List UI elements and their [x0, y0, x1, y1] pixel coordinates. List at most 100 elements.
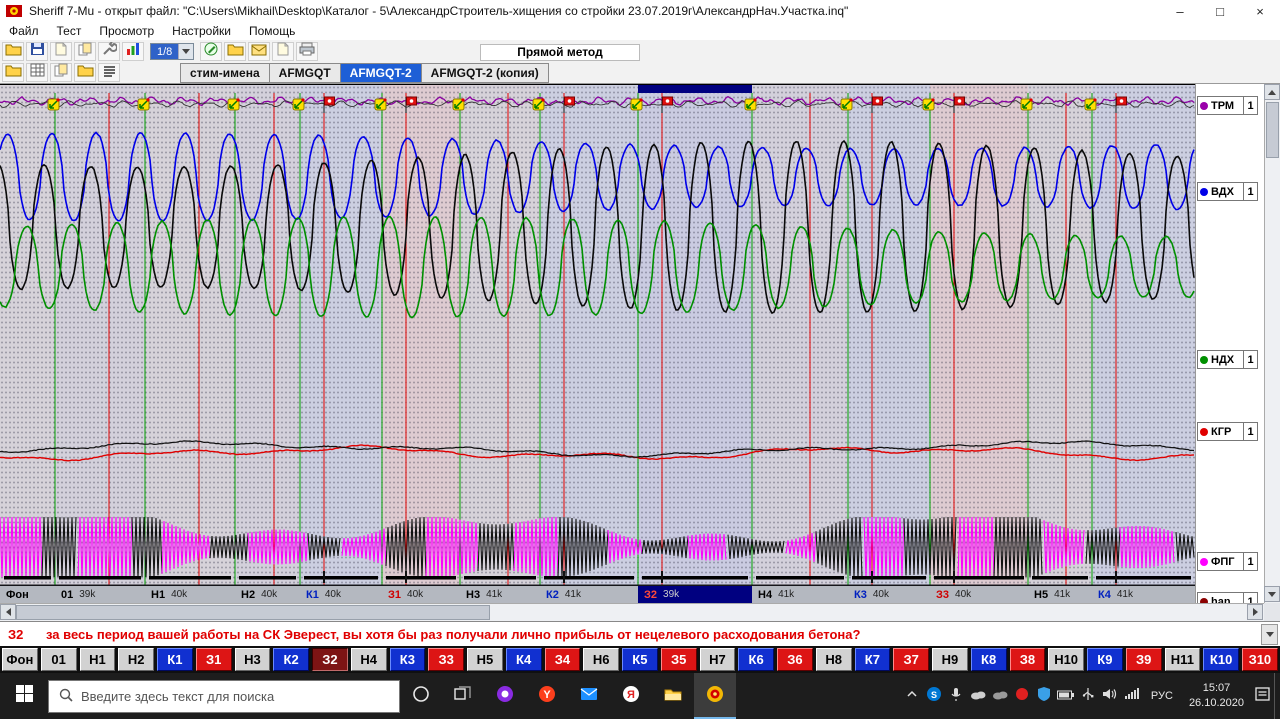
timeline-segment[interactable]: Н4 41k [758, 586, 794, 603]
timeline[interactable]: Фон 01 39k Н1 40k Н2 40k К1 40k З1 40k Н3 41k К2 41k З2… [0, 585, 1195, 603]
toolbar-mail-tb-button[interactable] [248, 42, 271, 61]
scroll-right-button[interactable] [1247, 604, 1263, 620]
microphone-tray-button[interactable] [945, 673, 967, 719]
question-button-Н1[interactable]: Н1 [79, 648, 116, 671]
explorer-taskbar-button[interactable] [652, 673, 694, 719]
battery-tray-button[interactable] [1055, 673, 1077, 719]
question-button-Н3[interactable]: Н3 [234, 648, 271, 671]
tab-afmgqt-2-copy[interactable]: AFMGQT-2 (копия) [420, 63, 549, 83]
yandex-browser-taskbar-button[interactable]: Я [610, 673, 652, 719]
language-indicator[interactable]: РУС [1143, 690, 1181, 702]
question-button-Н2[interactable]: Н2 [118, 648, 154, 671]
question-button-Н4[interactable]: Н4 [350, 648, 387, 671]
timeline-segment[interactable]: К3 40k [854, 586, 889, 603]
question-button-Н9[interactable]: Н9 [932, 648, 968, 671]
timeline-segment[interactable]: Фон [6, 586, 29, 603]
toolbar-open-file-button[interactable] [224, 42, 247, 61]
toolbar-chart-button[interactable] [122, 42, 144, 61]
question-button-К2[interactable]: К2 [273, 648, 309, 671]
task-view-taskbar-button[interactable] [442, 673, 484, 719]
horizontal-scrollbar[interactable] [0, 603, 1264, 621]
alert-tray-button[interactable] [1011, 673, 1033, 719]
timeline-segment[interactable]: 01 39k [61, 586, 95, 603]
horizontal-scroll-thumb[interactable] [16, 605, 490, 620]
question-button-З9[interactable]: З9 [1125, 648, 1162, 671]
vertical-scroll-thumb[interactable] [1266, 102, 1279, 158]
sheriff-taskbar-button[interactable] [694, 673, 736, 719]
toolbar-save-button[interactable] [26, 42, 48, 61]
question-button-Н8[interactable]: Н8 [815, 648, 852, 671]
app-purple-taskbar-button[interactable] [484, 673, 526, 719]
question-button-З3[interactable]: З3 [428, 648, 464, 671]
minimize-button[interactable]: – [1160, 0, 1200, 22]
action-center-button[interactable] [1252, 673, 1274, 719]
channel-ndh[interactable]: НДХ 1 [1197, 350, 1258, 369]
onedrive-tray-button[interactable] [967, 673, 989, 719]
tab-afmgqt-2[interactable]: AFMGQT-2 [339, 63, 421, 83]
question-button-К4[interactable]: К4 [505, 648, 542, 671]
question-button-К9[interactable]: К9 [1087, 648, 1123, 671]
chart-canvas[interactable] [0, 85, 1195, 585]
skype-tray-button[interactable]: S [923, 673, 945, 719]
menu-help[interactable]: Помощь [240, 22, 304, 40]
question-button-Н7[interactable]: Н7 [699, 648, 736, 671]
toolbar-open-file-button[interactable] [74, 63, 96, 82]
cloud-tray-button[interactable] [989, 673, 1011, 719]
title-bar[interactable]: Sheriff 7-Mu - открыт файл: "C:\Users\Mi… [0, 0, 1280, 22]
question-dropdown-button[interactable] [1261, 624, 1278, 645]
toolbar-open-file-button[interactable] [2, 63, 24, 82]
timeline-segment[interactable]: К4 41k [1098, 586, 1133, 603]
scroll-down-button[interactable] [1264, 586, 1280, 602]
question-button-З4[interactable]: З4 [544, 648, 581, 671]
tab-afmgqt[interactable]: AFMGQT [268, 63, 340, 83]
question-button-З10[interactable]: З10 [1242, 648, 1278, 671]
vertical-scrollbar[interactable] [1264, 84, 1280, 603]
question-button-Н11[interactable]: Н11 [1164, 648, 1201, 671]
timeline-segment[interactable]: Н1 40k [151, 586, 187, 603]
question-button-К8[interactable]: К8 [970, 648, 1007, 671]
question-button-К10[interactable]: К10 [1203, 648, 1239, 671]
usb-tray-button[interactable] [1077, 673, 1099, 719]
yandex-taskbar-button[interactable]: Y [526, 673, 568, 719]
question-button-З7[interactable]: З7 [893, 648, 929, 671]
show-desktop-button[interactable] [1274, 673, 1280, 719]
mail-taskbar-button[interactable] [568, 673, 610, 719]
menu-settings[interactable]: Настройки [163, 22, 240, 40]
channel-trm[interactable]: ТРМ 1 [1197, 96, 1258, 115]
question-button-Фон[interactable]: Фон [2, 648, 38, 671]
shield-tray-button[interactable] [1033, 673, 1055, 719]
clock[interactable]: 15:07 26.10.2020 [1181, 681, 1252, 711]
question-button-К1[interactable]: К1 [157, 648, 193, 671]
maximize-button[interactable]: □ [1200, 0, 1240, 22]
chevron-down-icon[interactable] [178, 44, 194, 59]
close-button[interactable]: × [1240, 0, 1280, 22]
question-button-К7[interactable]: К7 [854, 648, 891, 671]
question-button-01[interactable]: 01 [40, 648, 77, 671]
timeline-segment[interactable]: З1 40k [388, 586, 423, 603]
question-button-Н6[interactable]: Н6 [583, 648, 619, 671]
toolbar-print-button[interactable] [296, 42, 319, 61]
timeline-segment[interactable]: З3 40k [936, 586, 971, 603]
chart-area[interactable] [0, 84, 1195, 585]
menu-test[interactable]: Тест [48, 22, 91, 40]
menu-view[interactable]: Просмотр [90, 22, 163, 40]
toolbar-page-button[interactable] [272, 42, 295, 61]
toolbar-wrench-button[interactable] [98, 41, 120, 61]
timeline-segment[interactable]: Н5 41k [1034, 586, 1070, 603]
toolbar-list-button[interactable] [98, 63, 120, 82]
scroll-up-button[interactable] [1264, 84, 1280, 100]
toolbar-pencil-button[interactable] [200, 42, 223, 61]
channel-fpg[interactable]: ФПГ 1 [1197, 552, 1258, 571]
timeline-segment[interactable]: К1 40k [306, 586, 341, 603]
start-button[interactable] [0, 673, 48, 719]
question-button-Н10[interactable]: Н10 [1048, 648, 1084, 671]
question-button-К3[interactable]: К3 [389, 648, 426, 671]
network-tray-button[interactable] [1121, 673, 1143, 719]
channel-vdh[interactable]: ВДХ 1 [1197, 182, 1258, 201]
tray-expand-tray-button[interactable] [901, 673, 923, 719]
question-button-З8[interactable]: З8 [1009, 648, 1046, 671]
question-button-З2[interactable]: З2 [312, 648, 348, 671]
timeline-segment[interactable]: З2 39k [644, 586, 679, 603]
channel-kgr[interactable]: КГР 1 [1197, 422, 1258, 441]
toolbar-grid-button[interactable] [26, 63, 48, 82]
